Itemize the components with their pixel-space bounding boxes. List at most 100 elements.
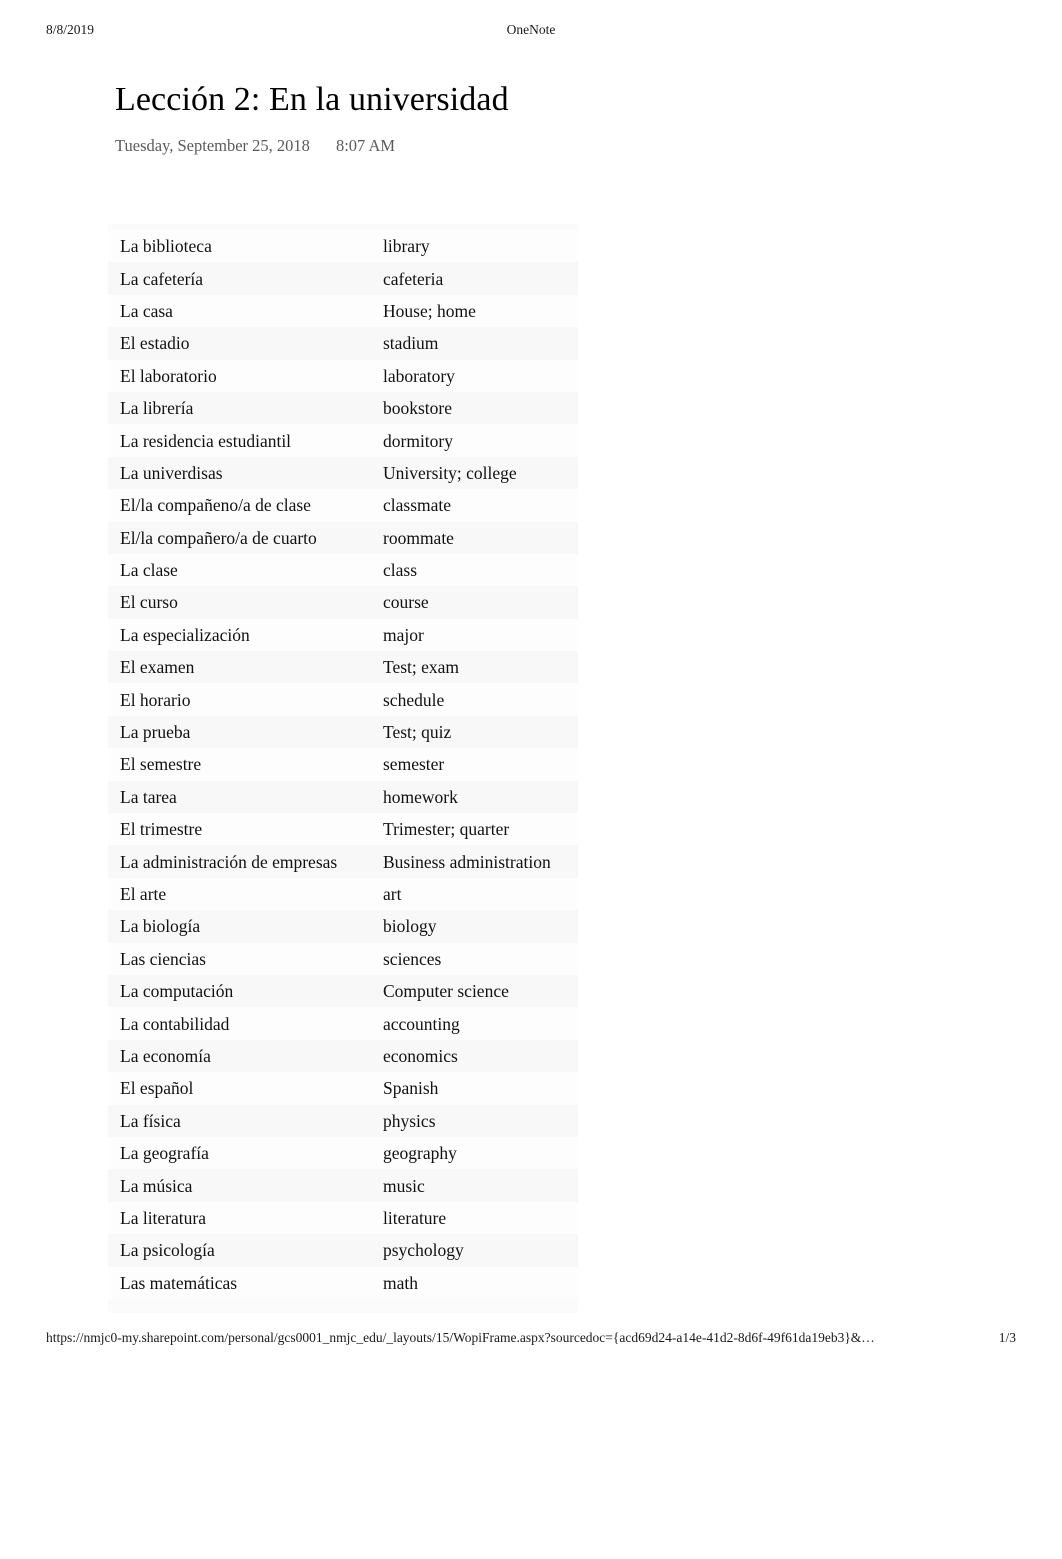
vocab-term-spanish: La administración de empresas xyxy=(120,851,338,872)
vocab-term-spanish: La biología xyxy=(120,916,201,937)
vocab-term-spanish: La casa xyxy=(120,300,173,321)
table-row: La geografía geography xyxy=(108,1136,578,1170)
vocab-term-spanish: El curso xyxy=(120,592,178,613)
vocab-term-english: Trimester; quarter xyxy=(383,819,510,840)
vocab-term-spanish: La residencia estudiantil xyxy=(120,430,292,451)
print-footer-page-indicator: 1/3 xyxy=(998,1330,1016,1345)
table-row: El laboratorio laboratory xyxy=(108,359,578,392)
vocab-term-english: classmate xyxy=(383,495,452,516)
vocab-term-english: Test; exam xyxy=(383,657,460,678)
table-row: El trimestre Trimester; quarter xyxy=(108,813,578,846)
vocab-term-english: laboratory xyxy=(383,365,455,386)
vocab-term-spanish: La tarea xyxy=(120,786,177,807)
table-row: La física physics xyxy=(108,1104,578,1137)
vocab-term-english: psychology xyxy=(383,1240,464,1261)
vocabulary-table: La biblioteca library La cafetería cafeteri… xyxy=(108,224,578,1313)
table-row: La tarea homework xyxy=(108,780,578,814)
vocab-term-spanish: La contabilidad xyxy=(120,1013,230,1034)
vocab-term-spanish: El examen xyxy=(120,657,195,678)
vocab-term-english: library xyxy=(383,236,430,257)
vocab-term-spanish: La librería xyxy=(120,398,194,419)
vocab-term-english: major xyxy=(383,624,424,645)
vocab-term-english: schedule xyxy=(383,689,445,710)
table-row: La literatura literature xyxy=(108,1201,578,1235)
vocab-term-english: economics xyxy=(383,1045,458,1066)
table-row: El horario schedule xyxy=(108,683,578,716)
vocab-term-english: bookstore xyxy=(383,398,453,419)
vocab-term-spanish: El español xyxy=(120,1078,194,1099)
table-row: El/la compañero/a de cuarto roommate xyxy=(108,521,578,554)
vocab-term-english: cafeteria xyxy=(383,268,444,289)
table-row: El curso course xyxy=(108,586,578,619)
vocab-term-english: accounting xyxy=(383,1013,460,1034)
table-row: El español Spanish xyxy=(108,1072,578,1105)
vocab-term-english: literature xyxy=(383,1207,447,1228)
vocab-term-spanish: La univerdisas xyxy=(120,462,223,483)
table-row: La residencia estudiantil dormitory xyxy=(108,424,578,457)
vocab-term-spanish: El trimestre xyxy=(120,819,203,840)
table-row: La economía economics xyxy=(108,1039,578,1073)
vocab-term-spanish: El horario xyxy=(120,689,191,710)
vocab-term-english: Spanish xyxy=(383,1078,439,1099)
vocab-term-english: semester xyxy=(383,754,445,775)
table-row: Las matemáticas math xyxy=(108,1266,578,1299)
vocab-term-spanish: Las matemáticas xyxy=(120,1272,238,1293)
table-row: La especialización major xyxy=(108,618,578,652)
vocab-term-spanish: El/la compañeno/a de clase xyxy=(120,495,311,516)
vocab-term-english: music xyxy=(383,1175,425,1196)
table-row: La música music xyxy=(108,1169,578,1202)
table-row: La psicología psychology xyxy=(108,1234,578,1267)
vocab-term-spanish: La música xyxy=(120,1175,193,1196)
vocab-term-spanish: La prueba xyxy=(120,722,191,743)
table-row: La computación Computer science xyxy=(108,974,578,1008)
vocab-term-spanish: La física xyxy=(120,1110,181,1131)
vocab-term-english: roommate xyxy=(383,527,454,548)
note-time: 8:07 AM xyxy=(335,136,396,155)
vocab-term-english: dormitory xyxy=(383,430,453,451)
vocab-term-spanish: La clase xyxy=(120,560,178,581)
vocab-term-spanish: El laboratorio xyxy=(120,365,217,386)
vocab-term-english: physics xyxy=(383,1110,436,1131)
table-row: La biología biology xyxy=(108,910,578,943)
vocab-term-spanish: La especialización xyxy=(120,624,250,645)
vocab-term-english: math xyxy=(383,1272,418,1293)
print-footer: https://nmjc0-my.sharepoint.com/personal… xyxy=(0,1330,1062,1350)
vocab-term-english: homework xyxy=(383,786,458,807)
table-row: El examen Test; exam xyxy=(108,651,578,684)
vocab-term-spanish: La economía xyxy=(120,1045,211,1066)
note-date: Tuesday, September 25, 2018 xyxy=(115,136,310,155)
vocab-term-spanish: El/la compañero/a de cuarto xyxy=(120,527,317,548)
page-title: Lección 2: En la universidad xyxy=(115,81,509,118)
vocab-term-english: class xyxy=(383,560,418,581)
vocab-term-spanish: El estadio xyxy=(120,333,190,354)
table-row: La prueba Test; quiz xyxy=(108,715,578,749)
vocab-term-english: Computer science xyxy=(383,981,509,1002)
table-row: La casa House; home xyxy=(108,294,578,328)
print-footer-url: https://nmjc0-my.sharepoint.com/personal… xyxy=(46,1330,875,1345)
vocab-term-english: course xyxy=(383,592,429,613)
table-row: La contabilidad accounting xyxy=(108,1007,578,1040)
vocab-term-english: Test; quiz xyxy=(383,722,452,743)
vocab-term-english: University; college xyxy=(383,462,517,483)
vocab-term-spanish: La geografía xyxy=(120,1143,209,1164)
vocab-term-spanish: Las ciencias xyxy=(120,948,206,969)
vocab-term-spanish: La literatura xyxy=(120,1207,206,1228)
table-row: El arte art xyxy=(108,877,578,911)
table-row: La univerdisas University; college xyxy=(108,456,578,490)
vocab-term-english: stadium xyxy=(383,333,439,354)
table-row: La administración de empresas Business ad… xyxy=(108,845,578,878)
vocab-term-english: geography xyxy=(383,1143,457,1164)
note-timestamp: Tuesday, September 25, 2018 8:07 AM xyxy=(115,136,395,156)
table-row: La cafetería cafeteria xyxy=(108,262,578,295)
table-row: El estadio stadium xyxy=(108,327,578,360)
table-row: El semestre semester xyxy=(108,748,578,781)
table-row: El/la compañeno/a de clase classmate xyxy=(108,489,578,522)
vocab-term-english: Business administration xyxy=(383,851,551,872)
table-row: La biblioteca library xyxy=(108,230,578,263)
table-row: La clase class xyxy=(108,553,578,587)
vocab-term-english: sciences xyxy=(383,948,442,969)
print-header-app-name: OneNote xyxy=(506,22,556,37)
vocab-term-english: House; home xyxy=(383,300,476,321)
vocab-term-spanish: La psicología xyxy=(120,1240,215,1261)
vocab-term-spanish: El semestre xyxy=(120,754,202,775)
